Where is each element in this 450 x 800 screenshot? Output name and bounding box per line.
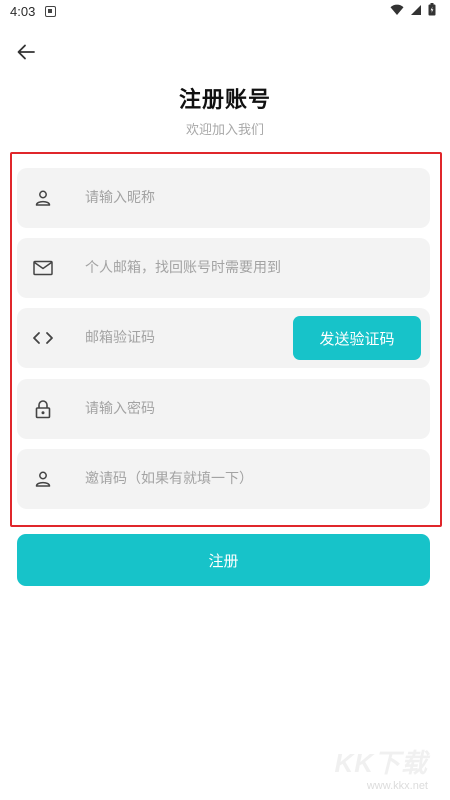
status-icons [390, 3, 436, 19]
email-input[interactable] [85, 238, 430, 298]
watermark: KK下载 www.kkx.net [334, 743, 428, 792]
lock-icon [17, 379, 69, 439]
invite-code-field[interactable] [17, 449, 430, 509]
send-code-button[interactable]: 发送验证码 [293, 316, 421, 360]
user-icon [17, 449, 69, 509]
email-field[interactable] [17, 238, 430, 298]
notification-icon [45, 5, 57, 17]
nickname-input[interactable] [85, 168, 430, 228]
code-icon [17, 308, 69, 368]
back-button[interactable] [12, 38, 40, 66]
battery-icon [428, 3, 436, 19]
nickname-field[interactable] [17, 168, 430, 228]
password-field[interactable] [17, 379, 430, 439]
wifi-icon [390, 4, 404, 19]
watermark-logo: KK下载 [334, 748, 428, 778]
email-code-input[interactable] [85, 308, 290, 368]
register-button[interactable]: 注册 [17, 534, 430, 586]
signal-icon [410, 4, 422, 19]
watermark-url: www.kkx.net [366, 780, 428, 792]
mail-icon [17, 238, 69, 298]
password-input[interactable] [85, 379, 430, 439]
arrow-left-icon [17, 44, 35, 60]
page-title: 注册账号 [178, 88, 271, 113]
user-icon [17, 168, 69, 228]
status-bar: 4:03 [0, 0, 450, 22]
invite-code-input[interactable] [85, 449, 430, 509]
page-subtitle: 欢迎加入我们 [185, 123, 264, 138]
email-code-field[interactable]: 发送验证码 [17, 308, 430, 368]
status-time: 4:03 [10, 3, 36, 19]
